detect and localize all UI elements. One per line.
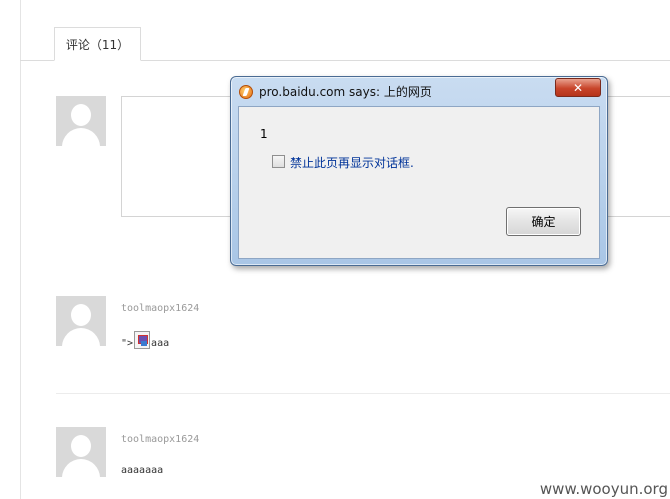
comment-username[interactable]: toolmaopx1624 bbox=[121, 434, 199, 445]
alert-dialog: pro.baidu.com says: 上的网页 ✕ 1 禁止此页再显示对话框.… bbox=[230, 76, 608, 266]
page-left-border bbox=[20, 0, 21, 499]
ok-button[interactable]: 确定 bbox=[506, 207, 581, 236]
comment-text: aaaaaaa bbox=[121, 465, 164, 476]
comment-separator bbox=[56, 393, 670, 394]
watermark: www.wooyun.org bbox=[539, 480, 668, 498]
suppress-dialogs-label[interactable]: 禁止此页再显示对话框. bbox=[290, 154, 414, 171]
comment-username[interactable]: toolmaopx1624 bbox=[121, 303, 199, 314]
broken-image-icon bbox=[134, 331, 151, 349]
comment-text: "> aaa bbox=[121, 331, 169, 349]
comment-text-suffix: aaa bbox=[151, 338, 170, 349]
close-button[interactable]: ✕ bbox=[555, 78, 601, 97]
avatar bbox=[56, 296, 106, 346]
browser-icon bbox=[239, 85, 253, 99]
tab-comments[interactable]: 评论（11） bbox=[54, 27, 141, 61]
avatar-current-user bbox=[56, 96, 106, 146]
comment-text-prefix: "> bbox=[121, 338, 134, 349]
avatar bbox=[56, 427, 106, 477]
dialog-body: 1 禁止此页再显示对话框. 确定 bbox=[238, 106, 600, 259]
dialog-title: pro.baidu.com says: 上的网页 bbox=[259, 85, 432, 99]
dialog-message: 1 bbox=[260, 127, 268, 141]
suppress-dialogs-checkbox[interactable] bbox=[272, 155, 285, 168]
